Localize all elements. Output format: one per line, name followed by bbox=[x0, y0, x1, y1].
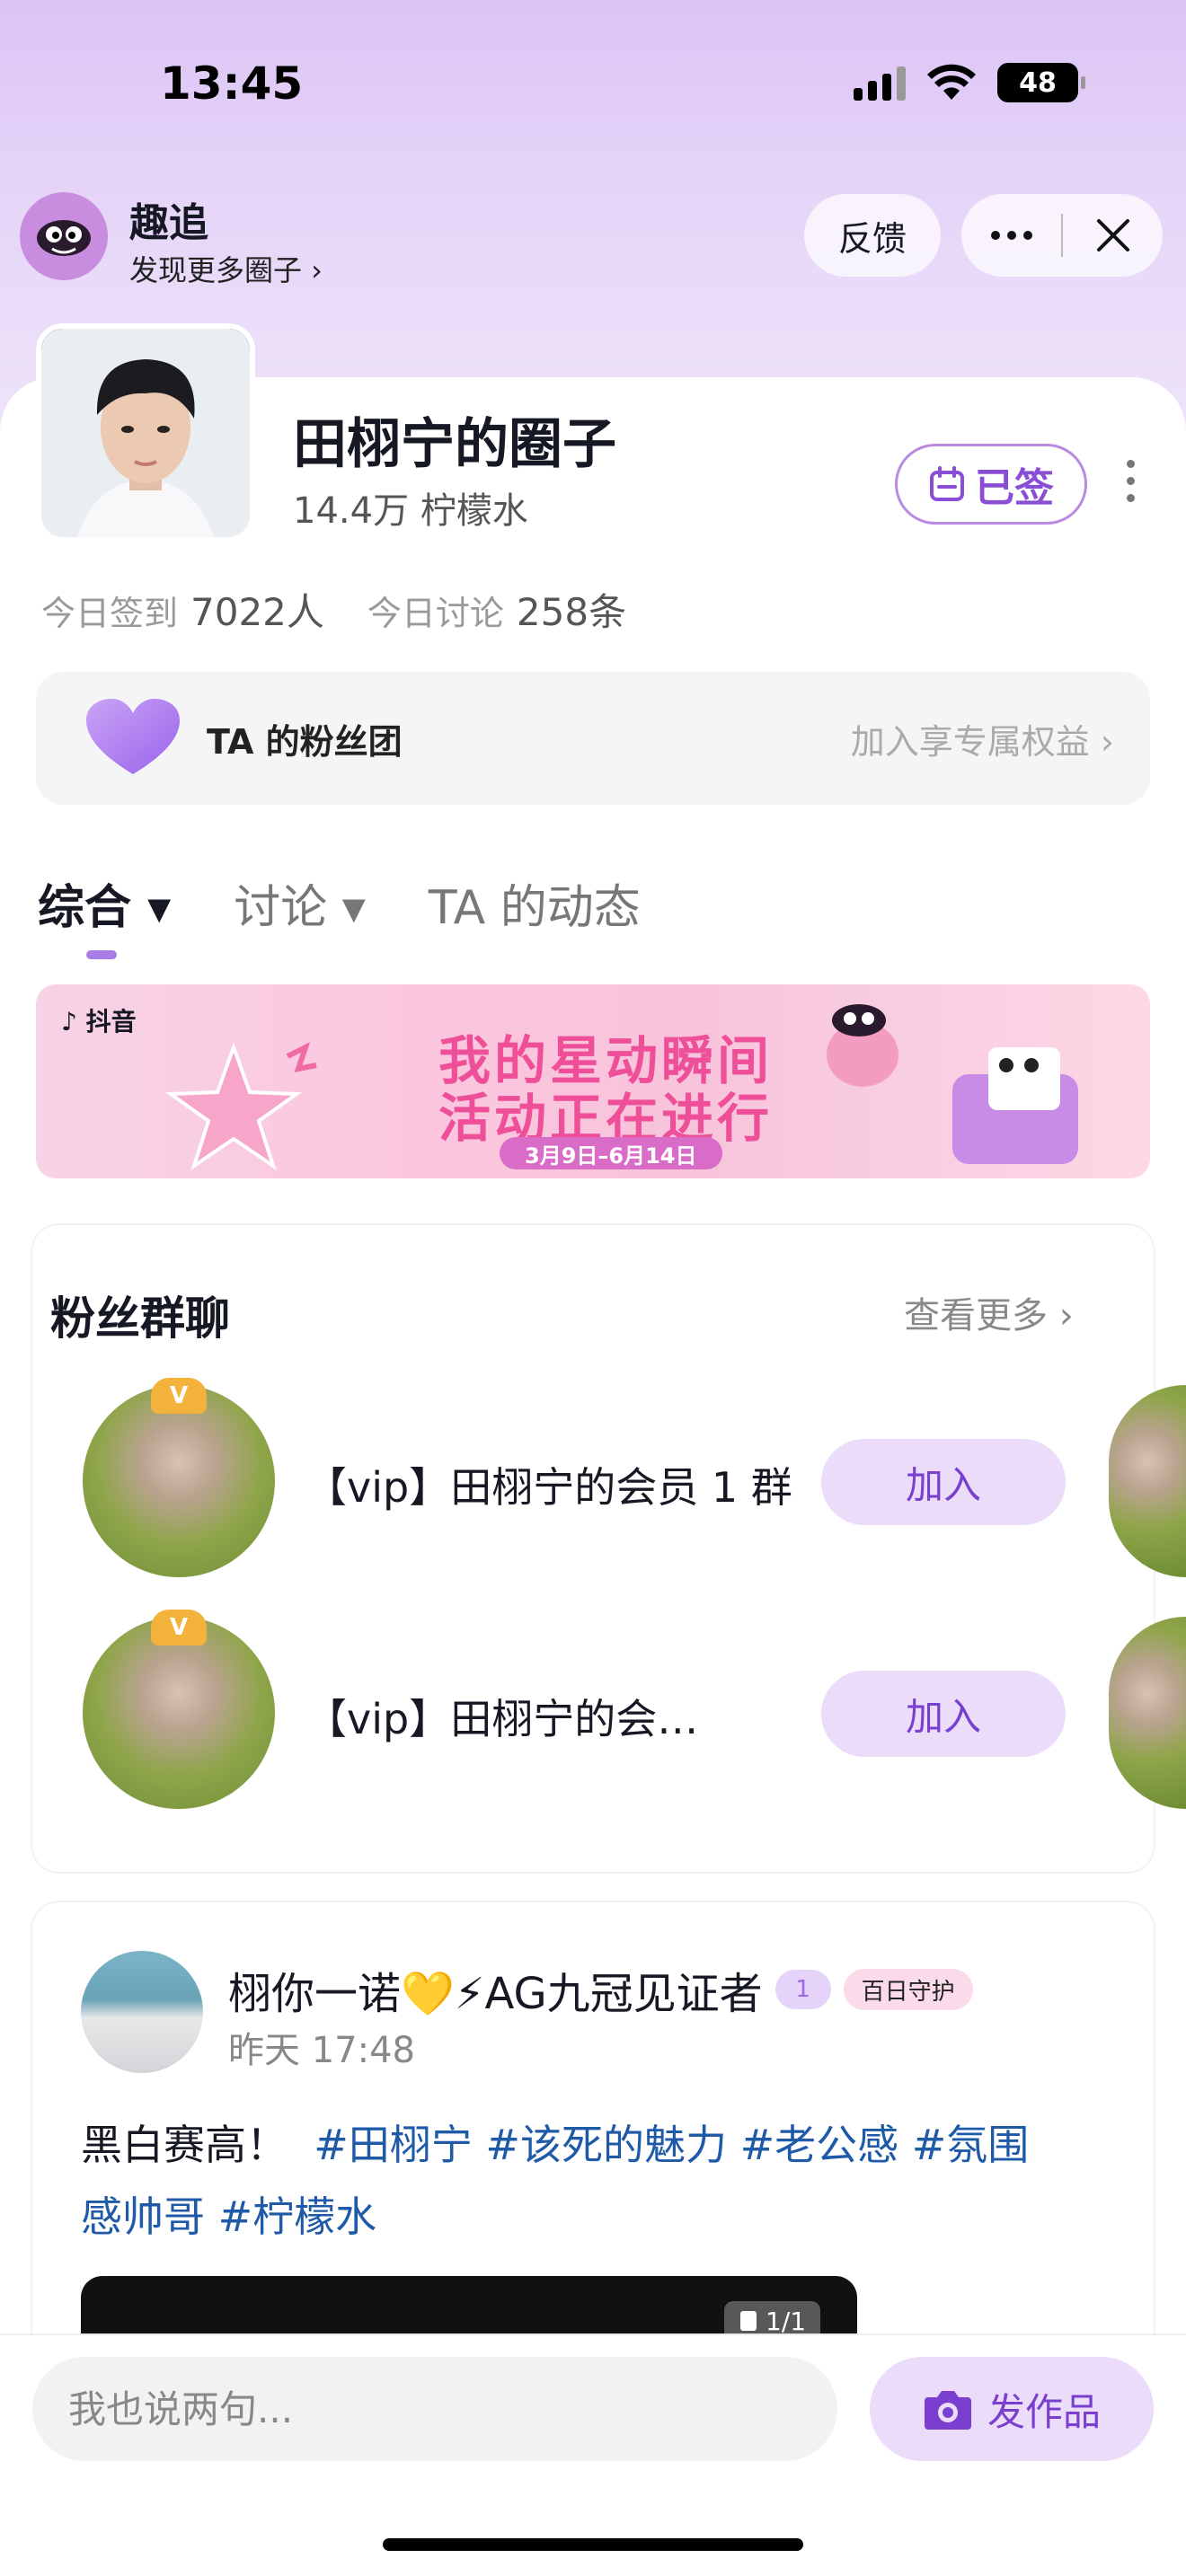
signal-icon bbox=[854, 65, 906, 101]
folder-decoration-icon bbox=[952, 1047, 1078, 1164]
calendar-icon bbox=[930, 466, 964, 501]
close-button[interactable] bbox=[1063, 194, 1163, 277]
discuss-value: 258条 bbox=[516, 590, 627, 634]
active-tab-indicator bbox=[86, 950, 117, 959]
discover-more-link[interactable]: 发现更多圈子 › bbox=[129, 248, 323, 289]
mini-program-capsule bbox=[961, 194, 1163, 277]
mascot-decoration-icon bbox=[827, 1004, 898, 1087]
tab-activity[interactable]: TA 的动态 bbox=[429, 869, 641, 937]
event-banner[interactable]: ♪ 抖音 我的星动瞬间 活动正在进行 3月9日–6月14日 bbox=[36, 984, 1150, 1178]
discuss-label: 今日讨论 bbox=[367, 594, 504, 633]
wifi-icon bbox=[927, 64, 976, 100]
fan-club-link[interactable]: 加入享专属权益 › bbox=[851, 714, 1114, 763]
signed-button[interactable]: 已签 bbox=[895, 444, 1087, 525]
post-author-row: 栩你一诺💛⚡AG九冠见证者 1 百日守护 bbox=[228, 1958, 973, 2021]
content-tabs: 综合 ▾ 讨论 ▾ TA 的动态 bbox=[38, 869, 641, 937]
mascot-icon bbox=[37, 220, 91, 256]
fan-level-badge: 1 bbox=[774, 1970, 831, 2009]
group-chat-title: 粉丝群聊 bbox=[50, 1292, 230, 1345]
post-author-avatar[interactable] bbox=[81, 1951, 203, 2073]
checkin-label: 今日签到 bbox=[41, 594, 179, 633]
app-name: 趣追 bbox=[129, 200, 208, 246]
group-avatar bbox=[83, 1617, 275, 1809]
camera-icon bbox=[924, 2391, 971, 2430]
signed-label: 已签 bbox=[975, 465, 1054, 511]
post-hashtags[interactable]: #田栩宁 #该死的魅力 #老公感 #氛围 bbox=[314, 2121, 1029, 2169]
banner-date: 3月9日–6月14日 bbox=[500, 1137, 722, 1169]
post-hashtags[interactable]: 感帅哥 #柠檬水 bbox=[81, 2192, 376, 2241]
heart-icon bbox=[86, 699, 180, 774]
post-time: 昨天 17:48 bbox=[228, 2030, 415, 2071]
guard-badge: 百日守护 bbox=[843, 1969, 973, 2010]
checkin-stat: 今日签到 7022人 bbox=[41, 582, 324, 637]
group-avatar bbox=[83, 1385, 275, 1577]
join-group-button[interactable]: 加入 bbox=[821, 1671, 1066, 1757]
portrait-image bbox=[41, 329, 250, 537]
post-author-name[interactable]: 栩你一诺💛⚡AG九冠见证者 bbox=[228, 1958, 763, 2021]
fan-club-row[interactable]: TA 的粉丝团 加入享专属权益 › bbox=[36, 672, 1150, 805]
tab-discussion[interactable]: 讨论 ▾ bbox=[234, 869, 366, 937]
group-name: 【vip】田栩宁的会员 1 群 bbox=[305, 1463, 792, 1512]
join-group-button[interactable]: 加入 bbox=[821, 1439, 1066, 1525]
group-chat-more-link[interactable]: 查看更多 › bbox=[904, 1286, 1074, 1338]
app-logo[interactable] bbox=[20, 192, 108, 280]
tab-comprehensive[interactable]: 综合 ▾ bbox=[38, 869, 171, 937]
status-time: 13:45 bbox=[160, 57, 304, 110]
douyin-logo: ♪ 抖音 bbox=[61, 1007, 137, 1037]
home-indicator bbox=[383, 2538, 803, 2551]
checkin-value: 7022人 bbox=[190, 590, 324, 634]
circle-fan-count: 14.4万 柠檬水 bbox=[293, 490, 528, 532]
more-options-button[interactable] bbox=[961, 194, 1061, 277]
circle-stats: 今日签到 7022人 今日讨论 258条 bbox=[41, 582, 626, 637]
media-count: 1/1 bbox=[766, 2306, 807, 2336]
more-dots-icon bbox=[990, 231, 1032, 240]
vip-badge: V bbox=[151, 1610, 207, 1645]
circle-avatar[interactable] bbox=[36, 323, 255, 543]
battery-icon: 48 bbox=[997, 63, 1085, 102]
close-icon bbox=[1096, 219, 1129, 251]
status-icons: 48 bbox=[854, 63, 1085, 102]
circle-title: 田栩宁的圈子 bbox=[293, 413, 616, 476]
group-name: 【vip】田栩宁的会… bbox=[305, 1695, 699, 1743]
comment-input[interactable] bbox=[32, 2357, 837, 2461]
circle-more-icon[interactable] bbox=[1127, 460, 1135, 502]
feedback-button[interactable]: 反馈 bbox=[804, 194, 941, 277]
star-decoration-icon bbox=[165, 1042, 317, 1170]
image-icon bbox=[740, 2311, 757, 2331]
vip-badge: V bbox=[151, 1378, 207, 1414]
post-body: 黑白赛高！ bbox=[81, 2121, 288, 2169]
publish-label: 发作品 bbox=[987, 2389, 1101, 2434]
post-text[interactable]: 黑白赛高！ #田栩宁 #该死的魅力 #老公感 #氛围 感帅哥 #柠檬水 bbox=[81, 2109, 1105, 2253]
fan-club-title: TA 的粉丝团 bbox=[207, 721, 403, 762]
discuss-stat: 今日讨论 258条 bbox=[367, 582, 626, 637]
publish-button[interactable]: 发作品 bbox=[870, 2357, 1154, 2461]
